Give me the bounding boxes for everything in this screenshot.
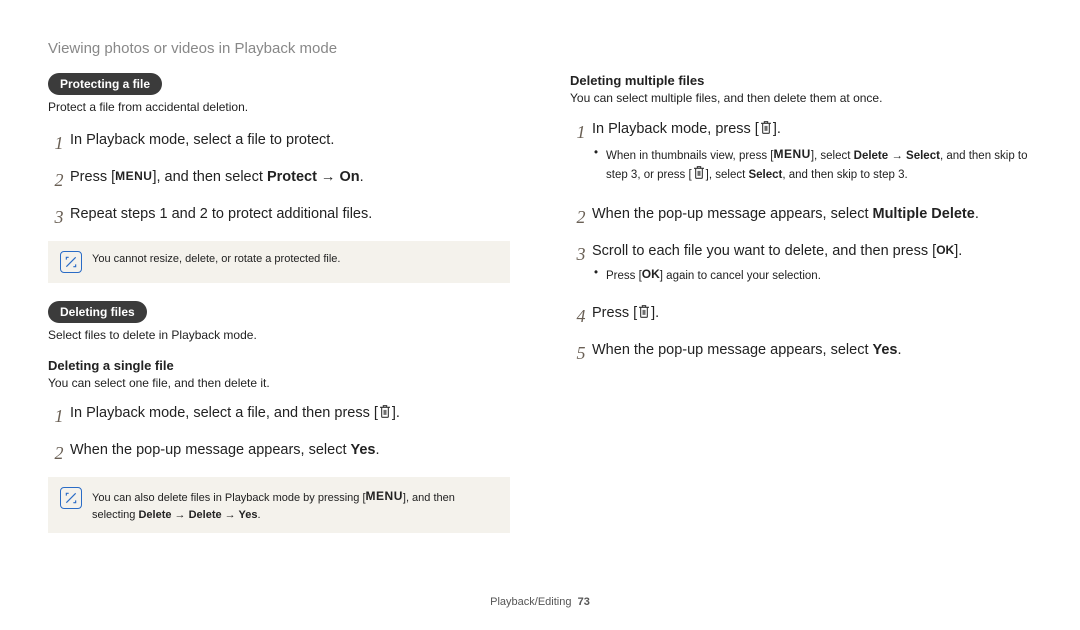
section-intro: Select files to delete in Playback mode. [48, 327, 510, 344]
menu-button-label: MENU [773, 147, 810, 161]
t: Press [ [606, 270, 642, 282]
t: ]. [954, 243, 962, 259]
step: 4 Press []. [570, 303, 1032, 330]
t: When the pop-up message appears, select [70, 442, 351, 458]
trash-icon [759, 120, 773, 143]
step-text: Scroll to each file you want to delete, … [592, 241, 1032, 293]
t: You can also delete files in Playback mo… [92, 492, 366, 504]
step-text: In Playback mode, select a file to prote… [70, 130, 510, 152]
step-number: 2 [48, 167, 70, 194]
ok-button-label: OK [936, 243, 954, 257]
step-number: 1 [48, 403, 70, 430]
t: ]. [651, 305, 659, 321]
trash-icon [692, 165, 706, 186]
step-number: 3 [570, 241, 592, 268]
step-number: 2 [570, 204, 592, 231]
bold: Select [748, 169, 782, 181]
t: . [258, 509, 261, 521]
t: ], select [811, 150, 854, 162]
t: . [360, 169, 364, 185]
t: Press [ [592, 305, 637, 321]
t: When in thumbnails view, press [ [606, 150, 773, 162]
right-column: Deleting multiple files You can select m… [570, 73, 1032, 551]
t: . [376, 442, 380, 458]
note-callout: You can also delete files in Playback mo… [48, 477, 510, 533]
t: When the pop-up message appears, select [592, 206, 873, 222]
t: . [898, 342, 902, 358]
t: Press [ [70, 169, 115, 185]
note-callout: You cannot resize, delete, or rotate a p… [48, 241, 510, 283]
trash-icon [637, 304, 651, 327]
section-intro: Protect a file from accidental deletion. [48, 99, 510, 116]
left-column: Protecting a file Protect a file from ac… [48, 73, 510, 551]
menu-button-label: MENU [115, 169, 152, 183]
step-number: 4 [570, 303, 592, 330]
t: In Playback mode, select a file, and the… [70, 405, 378, 421]
step: 1 In Playback mode, press []. When in th… [570, 119, 1032, 194]
subintro: You can select one file, and then delete… [48, 375, 510, 392]
step: 1 In Playback mode, select a file, and t… [48, 403, 510, 430]
step-number: 1 [570, 119, 592, 146]
t: In Playback mode, press [ [592, 121, 759, 137]
step: 2 When the pop-up message appears, selec… [570, 204, 1032, 231]
bold: Yes [873, 342, 898, 358]
t: ] again to cancel your selection. [660, 270, 821, 282]
footer-section: Playback/Editing [490, 596, 571, 608]
step: 5 When the pop-up message appears, selec… [570, 340, 1032, 367]
step-number: 1 [48, 130, 70, 157]
step-text: In Playback mode, select a file, and the… [70, 403, 510, 427]
steps-delete-single: 1 In Playback mode, select a file, and t… [48, 403, 510, 467]
bold: Yes [351, 442, 376, 458]
step-text: Press [MENU], and then select Protect → … [70, 167, 510, 189]
page-footer: Playback/Editing 73 [0, 596, 1080, 608]
step-text: In Playback mode, press []. When in thum… [592, 119, 1032, 194]
t: ], select [706, 169, 749, 181]
menu-button-label: MENU [366, 489, 403, 503]
note-icon [60, 251, 82, 273]
step-text: When the pop-up message appears, select … [592, 340, 1032, 362]
step: 3 Scroll to each file you want to delete… [570, 241, 1032, 293]
step-text: When the pop-up message appears, select … [592, 204, 1032, 226]
step-text: When the pop-up message appears, select … [70, 440, 510, 462]
t: ]. [392, 405, 400, 421]
section-pill-protecting: Protecting a file [48, 73, 162, 95]
sub-bullets: Press [OK] again to cancel your selectio… [592, 265, 1032, 285]
bullet: Press [OK] again to cancel your selectio… [592, 265, 1032, 285]
steps-protecting: 1 In Playback mode, select a file to pro… [48, 130, 510, 231]
step: 2 Press [MENU], and then select Protect … [48, 167, 510, 194]
bold: Multiple Delete [873, 206, 975, 222]
step-number: 2 [48, 440, 70, 467]
step-number: 5 [570, 340, 592, 367]
t: ], and then select [152, 169, 266, 185]
bold: Protect → On [267, 169, 360, 185]
bullet: When in thumbnails view, press [MENU], s… [592, 145, 1032, 187]
t: , and then skip to step 3. [782, 169, 907, 181]
t: ]. [773, 121, 781, 137]
footer-page-number: 73 [578, 596, 590, 608]
bold: Delete → Delete → Yes [138, 509, 257, 521]
columns-container: Protecting a file Protect a file from ac… [48, 73, 1032, 551]
step: 3 Repeat steps 1 and 2 to protect additi… [48, 204, 510, 231]
bold: Delete → Select [854, 150, 940, 162]
step-text: Press []. [592, 303, 1032, 327]
step: 2 When the pop-up message appears, selec… [48, 440, 510, 467]
step-text: Repeat steps 1 and 2 to protect addition… [70, 204, 510, 226]
note-icon [60, 487, 82, 509]
subheading-single: Deleting a single file [48, 358, 510, 373]
note-text: You can also delete files in Playback mo… [92, 487, 498, 523]
t: . [975, 206, 979, 222]
steps-delete-multiple: 1 In Playback mode, press []. When in th… [570, 119, 1032, 367]
t: When the pop-up message appears, select [592, 342, 873, 358]
step-number: 3 [48, 204, 70, 231]
section-pill-deleting: Deleting files [48, 301, 147, 323]
sub-bullets: When in thumbnails view, press [MENU], s… [592, 145, 1032, 187]
trash-icon [378, 404, 392, 427]
t: Scroll to each file you want to delete, … [592, 243, 936, 259]
subheading-multiple: Deleting multiple files [570, 73, 1032, 88]
subintro: You can select multiple files, and then … [570, 90, 1032, 107]
ok-button-label: OK [642, 267, 660, 281]
step: 1 In Playback mode, select a file to pro… [48, 130, 510, 157]
page-header: Viewing photos or videos in Playback mod… [48, 40, 1032, 57]
note-text: You cannot resize, delete, or rotate a p… [92, 251, 498, 268]
